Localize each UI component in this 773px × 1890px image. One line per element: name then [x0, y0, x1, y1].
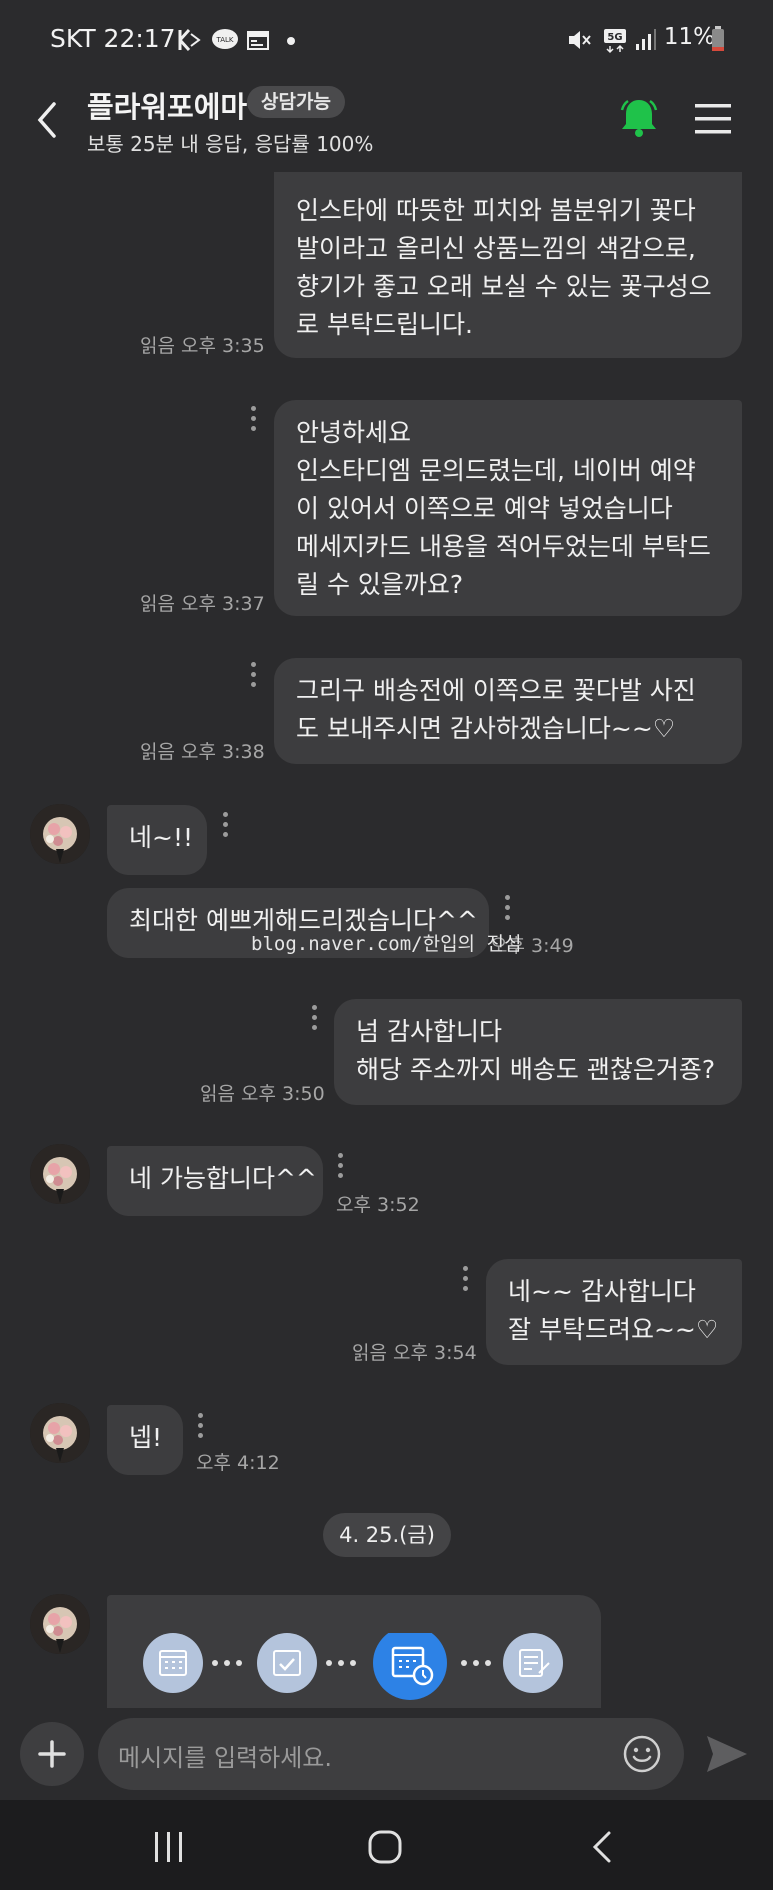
message-meta: 읽음 오후 3:35 — [140, 335, 265, 357]
message-text: 향기가 좋고 오래 보실 수 있는 꽃구성으 — [296, 272, 712, 301]
send-icon[interactable] — [704, 1733, 750, 1775]
message-meta: 오후 4:12 — [196, 1452, 280, 1474]
message-text: 인스타에 따뜻한 피치와 봄분위기 꽃다 — [296, 196, 696, 225]
message-text: 그리구 배송전에 이쪽으로 꽃다발 사진 — [296, 676, 696, 705]
received-message-bubble[interactable]: 넵! — [107, 1405, 183, 1475]
nav-back-icon[interactable] — [590, 1830, 614, 1864]
bell-icon[interactable] — [617, 96, 661, 140]
more-options-icon[interactable] — [463, 1266, 469, 1296]
avatar[interactable] — [30, 1144, 90, 1204]
back-arrow-icon[interactable] — [34, 100, 60, 140]
k-app-icon — [178, 28, 201, 52]
status-bar: SKT 22:17 TALK 5G 11% — [0, 0, 773, 82]
more-options-icon[interactable] — [338, 1153, 344, 1183]
avatar[interactable] — [30, 1403, 90, 1463]
message-text: 발이라고 올리신 상품느낌의 색감으로, — [296, 234, 696, 263]
more-options-icon[interactable] — [223, 812, 229, 842]
message-meta: 읽음 오후 3:54 — [352, 1342, 477, 1364]
date-divider: 4. 25.(금) — [323, 1513, 451, 1557]
status-time: SKT 22:17 — [50, 24, 176, 53]
message-input[interactable]: 메시지를 입력하세요. — [98, 1718, 684, 1790]
message-text: 인스타디엠 문의드렸는데, 네이버 예약 — [296, 456, 696, 485]
message-text: 넘 감사합니다 — [356, 1017, 502, 1046]
system-nav-bar — [0, 1800, 773, 1890]
dot-icon — [287, 37, 295, 45]
bouquet-avatar-icon — [30, 1594, 90, 1654]
message-text: 릴 수 있을까요? — [296, 570, 464, 599]
received-message-bubble[interactable]: 네~!! — [107, 805, 207, 875]
message-input-placeholder: 메시지를 입력하세요. — [118, 1744, 332, 1772]
recent-apps-icon[interactable] — [153, 1832, 185, 1862]
svg-text:5G: 5G — [607, 32, 622, 43]
battery-percent: 11% — [663, 24, 715, 50]
reservation-steps — [143, 1633, 563, 1700]
reservation-card[interactable] — [107, 1595, 601, 1708]
home-icon[interactable] — [367, 1829, 403, 1865]
message-text: 네 가능합니다^^ — [129, 1164, 317, 1193]
calendar-clock-icon — [373, 1633, 447, 1700]
page-title: 플라워포에마 — [87, 90, 248, 124]
message-text: 네~~ 감사합니다 — [508, 1277, 696, 1306]
message-text: 로 부탁드립니다. — [296, 310, 473, 339]
sent-message-bubble[interactable]: 네~~ 감사합니다 잘 부탁드려요~~♡ — [486, 1259, 742, 1365]
plus-icon — [38, 1740, 66, 1768]
avatar[interactable] — [30, 804, 90, 864]
watermark: blog.naver.com/한입의 진심 — [251, 933, 522, 955]
sent-message-bubble[interactable]: 넘 감사합니다 해당 주소까지 배송도 괜찮은거죵? — [334, 999, 742, 1105]
battery-icon — [712, 26, 724, 51]
message-meta: 오후 3:52 — [336, 1194, 420, 1216]
more-options-icon[interactable] — [251, 406, 257, 436]
bouquet-avatar-icon — [30, 804, 90, 864]
menu-icon[interactable] — [695, 103, 731, 135]
more-options-icon[interactable] — [198, 1413, 204, 1443]
message-meta: 읽음 오후 3:38 — [140, 741, 265, 763]
message-text: 넵! — [129, 1423, 163, 1452]
sent-message-bubble[interactable]: 안녕하세요 인스타디엠 문의드렸는데, 네이버 예약 이 있어서 이쪽으로 예약… — [274, 400, 742, 616]
message-text: 안녕하세요 — [296, 418, 412, 447]
message-text: 이 있어서 이쪽으로 예약 넣었습니다 — [296, 494, 673, 523]
message-text: 도 보내주시면 감사하겠습니다~~♡ — [296, 714, 676, 743]
message-text: 해당 주소까지 배송도 괜찮은거죵? — [356, 1055, 716, 1084]
mute-icon — [569, 31, 591, 49]
response-info: 보통 25분 내 응답, 응답률 100% — [87, 132, 374, 156]
more-options-icon[interactable] — [251, 662, 257, 692]
network-5g-icon: 5G — [604, 29, 626, 54]
avatar[interactable] — [30, 1594, 90, 1654]
sent-message-bubble[interactable]: 인스타에 따뜻한 피치와 봄분위기 꽃다 발이라고 올리신 상품느낌의 색감으로… — [274, 172, 742, 358]
message-text: 잘 부탁드려요~~♡ — [508, 1315, 719, 1344]
svg-text:TALK: TALK — [215, 36, 233, 44]
more-options-icon[interactable] — [505, 895, 511, 925]
check-calendar-icon — [257, 1633, 317, 1693]
attach-button[interactable] — [20, 1722, 84, 1786]
signal-icon — [636, 29, 656, 50]
more-options-icon[interactable] — [312, 1005, 318, 1035]
emoji-icon[interactable] — [622, 1734, 662, 1774]
message-text: 메세지카드 내용을 적어두었는데 부탁드 — [296, 532, 711, 561]
message-meta: 읽음 오후 3:50 — [200, 1083, 325, 1105]
message-meta: 읽음 오후 3:37 — [140, 593, 265, 615]
status-badge: 상담가능 — [247, 86, 345, 118]
sent-message-bubble[interactable]: 그리구 배송전에 이쪽으로 꽃다발 사진 도 보내주시면 감사하겠습니다~~♡ — [274, 658, 742, 764]
message-text: 네~!! — [129, 823, 193, 852]
bouquet-avatar-icon — [30, 1403, 90, 1463]
received-message-bubble[interactable]: 네 가능합니다^^ — [107, 1146, 323, 1216]
talk-icon: TALK — [212, 29, 238, 49]
bouquet-avatar-icon — [30, 1144, 90, 1204]
calendar-status-icon — [247, 31, 269, 50]
